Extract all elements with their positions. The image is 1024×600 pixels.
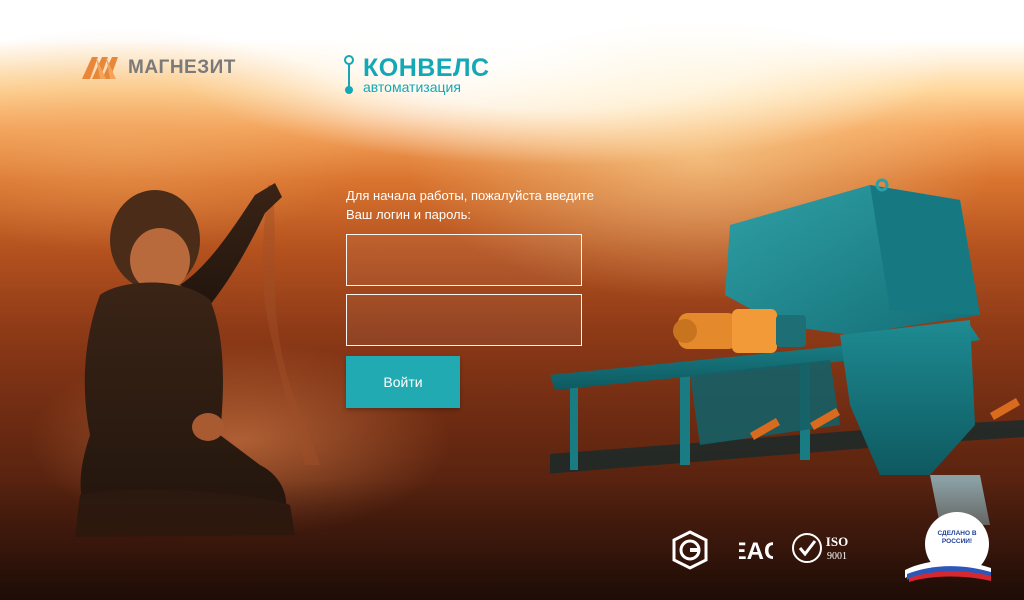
eac-text: EAC xyxy=(739,538,773,565)
ground-shadow xyxy=(0,480,1024,600)
login-button[interactable]: Войти xyxy=(346,356,460,408)
magnezit-logo-icon xyxy=(82,57,118,79)
konvels-logo-name: КОНВЕЛС xyxy=(363,54,490,82)
made-in-russia-badge xyxy=(905,512,991,582)
iso-number: 9001 xyxy=(827,551,847,562)
konvels-logo-subtitle: автоматизация xyxy=(363,79,461,95)
iso-label: ISO xyxy=(826,534,848,549)
gost-certification-icon xyxy=(672,530,708,570)
magnezit-logo-text: МАГНЕЗИТ xyxy=(128,57,236,78)
iso-certification-badge: ISO 9001 xyxy=(792,533,848,563)
konvels-logo: КОНВЕЛС автоматизация xyxy=(343,55,490,95)
magnezit-logo: МАГНЕЗИТ xyxy=(82,56,236,80)
login-prompt: Для начала работы, пожалуйста введите Ва… xyxy=(346,188,595,222)
password-input[interactable] xyxy=(346,294,582,346)
made-in-russia-text: СДЕЛАНО В РОССИИ! xyxy=(937,530,977,545)
konvels-logo-icon xyxy=(344,55,354,94)
login-input[interactable] xyxy=(346,234,582,286)
eac-certification-badge: EAC xyxy=(739,538,773,565)
